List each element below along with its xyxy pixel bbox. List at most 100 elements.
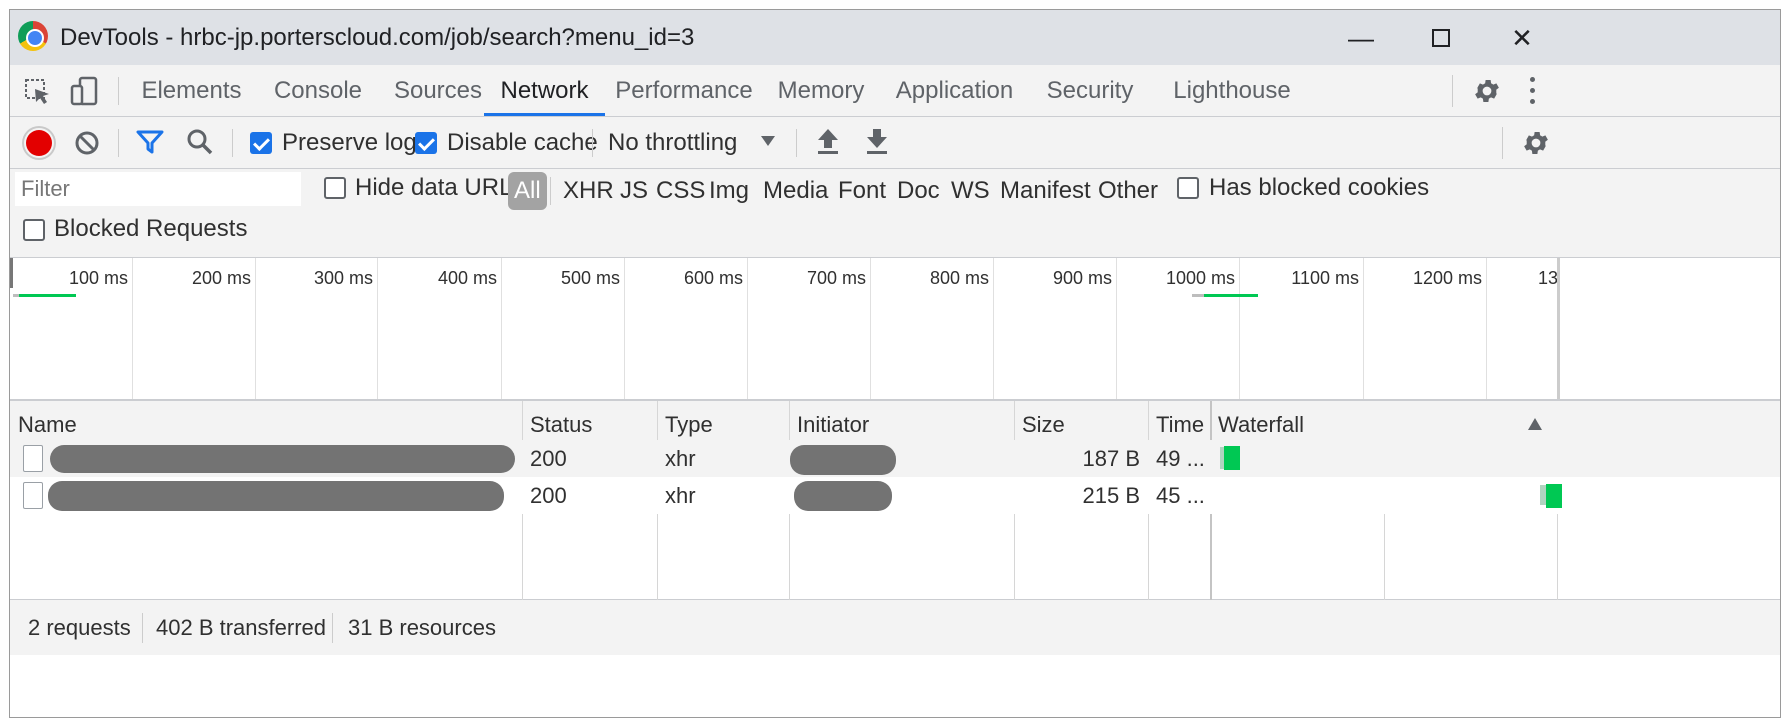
type-filter-doc[interactable]: Doc xyxy=(897,172,940,210)
overview-tick-label: 600 ms xyxy=(683,268,743,288)
resources-size: 31 B resources xyxy=(348,615,496,640)
divider xyxy=(592,129,593,157)
size-cell: 187 B xyxy=(1082,446,1141,471)
grid-line xyxy=(1363,258,1364,399)
grid-line xyxy=(255,258,256,399)
tab-network[interactable]: Network xyxy=(484,65,605,116)
maximize-button[interactable] xyxy=(1416,20,1466,56)
disable-cache-label: Disable cache xyxy=(447,129,598,156)
overview-tick-label: 300 ms xyxy=(313,268,373,288)
minimize-button[interactable]: — xyxy=(1336,20,1386,56)
overview-left-handle[interactable] xyxy=(10,258,13,288)
type-filter-js[interactable]: JS xyxy=(620,172,648,210)
search-icon[interactable] xyxy=(186,128,214,156)
tab-console[interactable]: Console xyxy=(263,65,373,116)
preserve-log-checkbox[interactable] xyxy=(250,132,272,154)
chrome-logo-icon xyxy=(18,21,48,51)
type-filter-img[interactable]: Img xyxy=(709,172,749,210)
overview-tick-label: 1200 ms xyxy=(1412,268,1482,288)
blocked-requests-checkbox[interactable] xyxy=(23,219,45,241)
overview-tick-label: 800 ms xyxy=(929,268,989,288)
filter-icon[interactable] xyxy=(136,129,164,155)
time-cell: 49 ... xyxy=(1156,446,1205,471)
divider xyxy=(118,77,119,105)
type-filter-xhr[interactable]: XHR xyxy=(563,172,614,210)
overview-request-wait-bar xyxy=(1192,294,1204,297)
panel-tab-bar: Elements Console Sources Network Perform… xyxy=(10,65,1780,117)
type-filter-other[interactable]: Other xyxy=(1098,172,1158,210)
overview-tick-label: 400 ms xyxy=(437,268,497,288)
overview-tick-label: 1000 ms xyxy=(1165,268,1235,288)
hide-data-urls-checkbox[interactable] xyxy=(324,177,346,199)
chevron-down-icon[interactable] xyxy=(760,135,776,147)
window-title: DevTools - hrbc-jp.porterscloud.com/job/… xyxy=(60,24,695,51)
throttling-select[interactable]: No throttling xyxy=(608,129,737,157)
settings-gear-icon[interactable] xyxy=(1472,76,1502,106)
tab-application[interactable]: Application xyxy=(887,65,1022,116)
preserve-log-label: Preserve log xyxy=(282,129,417,156)
overview-timeline[interactable]: 100 ms 200 ms 300 ms 400 ms 500 ms 600 m… xyxy=(10,258,1780,401)
divider xyxy=(550,177,551,205)
type-filter-font[interactable]: Font xyxy=(838,172,886,210)
grid-line xyxy=(624,258,625,399)
tab-security[interactable]: Security xyxy=(1035,65,1145,116)
overview-request-bar xyxy=(1204,294,1258,297)
close-window-button[interactable]: ✕ xyxy=(1497,20,1547,56)
overview-tick-label: 1100 ms xyxy=(1291,268,1359,288)
network-toolbar: Preserve log Disable cache No throttling xyxy=(10,117,1780,169)
type-filter-ws[interactable]: WS xyxy=(951,172,990,210)
import-har-icon[interactable] xyxy=(816,127,840,155)
overview-tick-label: 100 ms xyxy=(68,268,128,288)
divider xyxy=(1502,127,1503,159)
record-button[interactable] xyxy=(26,130,52,156)
time-cell: 45 ... xyxy=(1156,483,1205,508)
table-row[interactable]: 200 xhr 187 B 49 ... xyxy=(10,440,1780,477)
redacted-initiator xyxy=(794,481,892,511)
has-blocked-cookies-label: Has blocked cookies xyxy=(1209,174,1430,201)
divider xyxy=(796,129,797,157)
tab-performance[interactable]: Performance xyxy=(614,65,754,116)
overview-tick-label: 500 ms xyxy=(560,268,620,288)
type-cell: xhr xyxy=(665,446,696,471)
file-icon xyxy=(23,482,43,509)
type-filter-media[interactable]: Media xyxy=(763,172,828,210)
export-har-icon[interactable] xyxy=(865,127,889,155)
inspect-element-icon[interactable] xyxy=(24,78,52,106)
grid-line xyxy=(1116,258,1117,399)
type-filter-manifest[interactable]: Manifest xyxy=(1000,172,1091,210)
tab-lighthouse[interactable]: Lighthouse xyxy=(1162,65,1302,116)
overview-tick-label: 13 xyxy=(1538,268,1559,288)
grid-line xyxy=(377,258,378,399)
more-options-icon[interactable] xyxy=(1530,77,1536,105)
filter-input[interactable] xyxy=(15,172,301,206)
type-filter-css[interactable]: CSS xyxy=(656,172,705,210)
divider xyxy=(142,613,143,643)
type-cell: xhr xyxy=(665,483,696,508)
status-cell: 200 xyxy=(530,483,567,508)
grid-line xyxy=(1239,258,1240,399)
waterfall-bar xyxy=(1546,484,1562,508)
grid-line xyxy=(132,258,133,399)
sort-ascending-icon[interactable] xyxy=(1527,417,1543,431)
network-settings-gear-icon[interactable] xyxy=(1521,128,1551,158)
blocked-requests-label: Blocked Requests xyxy=(54,215,248,242)
waterfall-bar xyxy=(1224,446,1240,470)
title-bar: DevTools - hrbc-jp.porterscloud.com/job/… xyxy=(10,10,1780,65)
file-icon xyxy=(23,445,43,472)
status-cell: 200 xyxy=(530,446,567,471)
tab-sources[interactable]: Sources xyxy=(383,65,493,116)
device-toolbar-icon[interactable] xyxy=(70,76,100,108)
overview-right-handle[interactable] xyxy=(1557,258,1560,399)
disable-cache-checkbox[interactable] xyxy=(415,132,437,154)
request-count: 2 requests xyxy=(28,615,131,640)
grid-line xyxy=(501,258,502,399)
has-blocked-cookies-checkbox[interactable] xyxy=(1177,177,1199,199)
tab-elements[interactable]: Elements xyxy=(134,65,249,116)
divider xyxy=(1452,75,1453,107)
clear-icon[interactable] xyxy=(74,130,100,156)
type-filter-all[interactable]: All xyxy=(508,172,547,210)
table-row[interactable]: 200 xhr 215 B 45 ... xyxy=(10,477,1780,514)
redacted-request-name xyxy=(50,445,515,473)
overview-tick-label: 200 ms xyxy=(191,268,251,288)
tab-memory[interactable]: Memory xyxy=(766,65,876,116)
